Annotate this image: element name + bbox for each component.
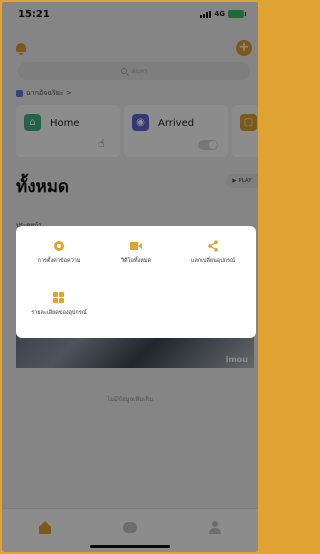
share-icon [207, 240, 219, 252]
action-label: วิดีโอทั้งหมด [120, 258, 152, 264]
device-action-popup: การตั้งค่าข้อความ วิดีโอทั้งหมด แลกเปลี่… [16, 226, 256, 338]
message-settings-button[interactable]: การตั้งค่าข้อความ [19, 240, 99, 265]
share-device-button[interactable]: แลกเปลี่ยนอุปกรณ์ [173, 240, 253, 265]
device-details-icon [53, 292, 65, 304]
action-label: การตั้งค่าข้อความ [37, 258, 81, 264]
message-settings-icon [53, 240, 65, 252]
phone-screen: 15:21 4G + ค้นหา ฉากอัจฉริยะ > ⌂ Home ☝ … [2, 2, 258, 552]
video-icon [130, 240, 142, 252]
all-videos-button[interactable]: วิดีโอทั้งหมด [96, 240, 176, 265]
action-label: แลกเปลี่ยนอุปกรณ์ [190, 258, 236, 264]
device-details-button[interactable]: รายละเอียดของอุปกรณ์ [19, 292, 99, 317]
action-label: รายละเอียดของอุปกรณ์ [31, 310, 87, 316]
